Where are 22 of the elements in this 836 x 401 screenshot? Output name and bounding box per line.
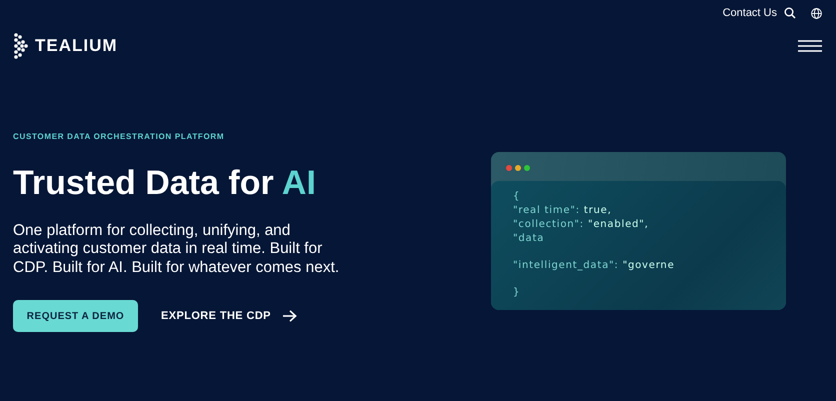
globe-icon[interactable]: [811, 8, 822, 18]
logo-icon: [13, 32, 31, 60]
search-icon[interactable]: [784, 7, 796, 19]
headline: Trusted Data for AI: [13, 163, 317, 204]
close-dot-icon: [506, 165, 512, 171]
contact-link[interactable]: Contact Us: [722, 7, 777, 19]
explore-link[interactable]: EXPLORE THE CDP: [161, 310, 297, 322]
code-line: "data: [513, 232, 546, 246]
code-line: {: [513, 190, 522, 204]
code-line: "intelligent_data": "governe: [513, 259, 676, 273]
arrow-icon: [282, 310, 297, 322]
logo-text: TEALIUM: [35, 36, 118, 56]
code-line: "real time": true,: [513, 204, 613, 218]
menu-icon[interactable]: [798, 40, 822, 52]
code-line: }: [513, 286, 522, 300]
eyebrow-text: CUSTOMER DATA ORCHESTRATION PLATFORM: [13, 132, 226, 141]
code-line: "collection": "enabled",: [513, 218, 650, 232]
request-demo-button[interactable]: REQUEST A DEMO: [13, 300, 138, 332]
hero-paragraph: One platform for collecting, unifying, and activating customer data in real time. Built for CDP. Built for AI. Built for whatever comes next.: [13, 222, 340, 278]
logo[interactable]: TEALIUM: [13, 32, 118, 60]
maximize-dot-icon: [524, 165, 530, 171]
minimize-dot-icon: [515, 165, 521, 171]
